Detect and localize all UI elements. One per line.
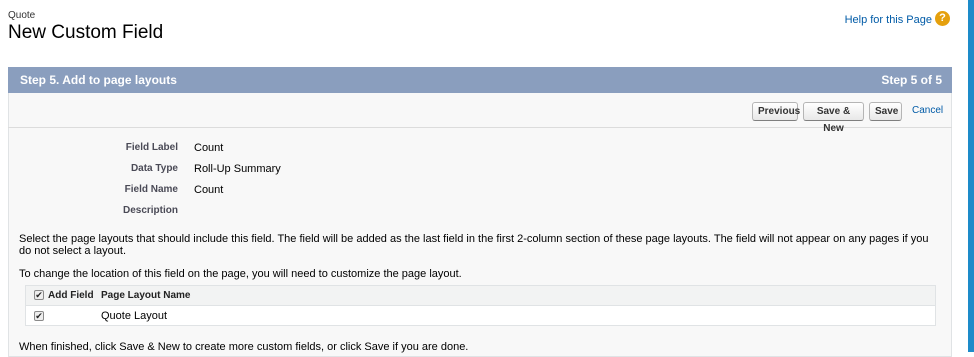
data-type-value: Roll-Up Summary xyxy=(194,163,281,175)
field-name-label: Field Name xyxy=(124,184,178,195)
previous-button[interactable]: Previous xyxy=(752,102,800,121)
finished-instructions: When finished, click Save & New to creat… xyxy=(19,341,469,353)
page-layout-name-column-header: Page Layout Name xyxy=(101,290,191,301)
data-type-label: Data Type xyxy=(130,163,178,174)
select-layouts-instructions: Select the page layouts that should incl… xyxy=(19,233,929,257)
save-button[interactable]: Save xyxy=(869,102,902,121)
select-all-checkbox[interactable]: ✔ xyxy=(34,290,44,300)
field-label-value: Count xyxy=(194,142,224,154)
field-label-label: Field Label xyxy=(125,142,178,153)
help-icon[interactable]: ? xyxy=(935,11,950,26)
step-count: Step 5 of 5 xyxy=(881,73,942,87)
add-field-column-header: Add Field xyxy=(48,290,94,301)
cancel-link[interactable]: Cancel xyxy=(912,105,943,116)
description-label: Description xyxy=(122,205,178,216)
help-for-this-page-link[interactable]: Help for this Page xyxy=(845,14,932,26)
page-title: New Custom Field xyxy=(8,22,164,43)
object-name: Quote xyxy=(8,10,36,21)
table-header-row: ✔ Add Field Page Layout Name xyxy=(26,286,935,306)
field-name-value: Count xyxy=(194,184,224,196)
window-edge xyxy=(968,0,974,352)
quote-layout-name: Quote Layout xyxy=(101,310,168,322)
button-bar: Previous Save & New Save Cancel xyxy=(8,93,952,134)
step-title: Step 5. Add to page layouts xyxy=(20,73,177,87)
page-layouts-table: ✔ Add Field Page Layout Name ✔ Quote Lay… xyxy=(25,285,936,326)
customize-layout-instructions: To change the location of this field on … xyxy=(19,268,462,280)
save-and-new-button[interactable]: Save & New xyxy=(803,102,864,134)
step-header: Step 5. Add to page layouts Step 5 of 5 xyxy=(8,67,952,93)
quote-layout-checkbox[interactable]: ✔ xyxy=(34,311,44,321)
